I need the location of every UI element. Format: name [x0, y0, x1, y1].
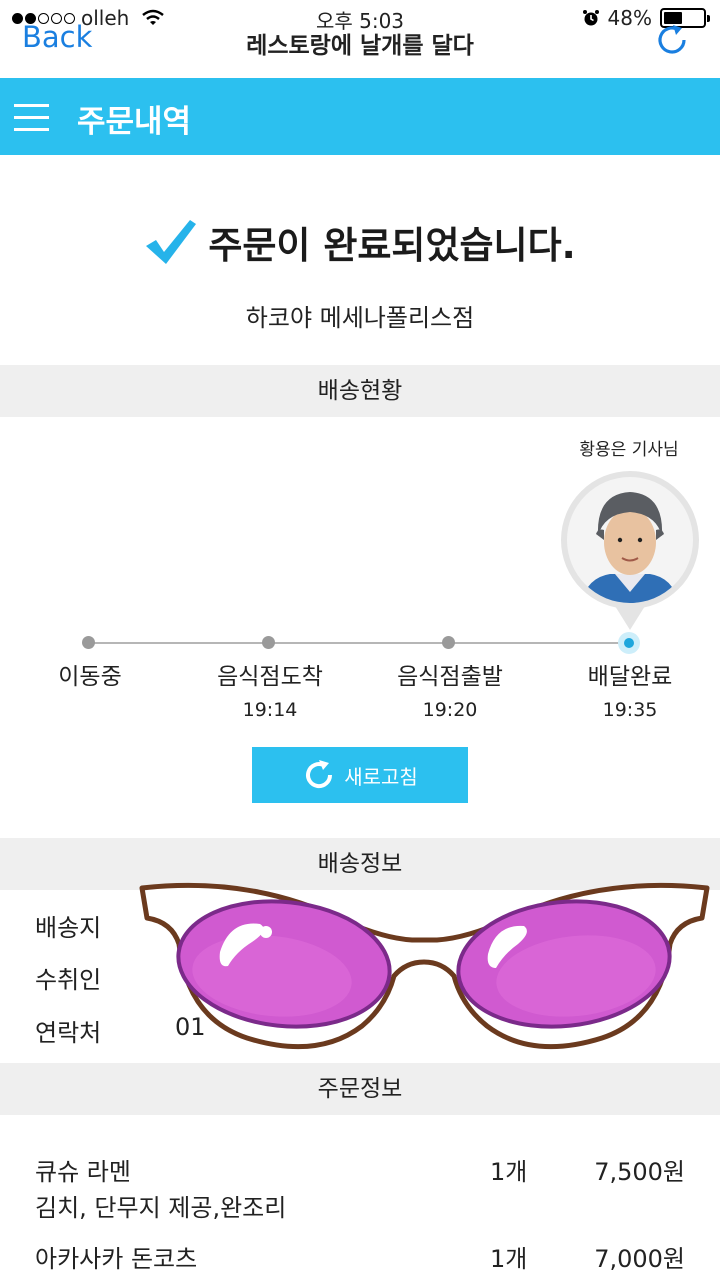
completion-banner: 주문이 완료되었습니다.	[0, 215, 720, 272]
screen: olleh 오후 5:03 48% Back 레스토랑에 날개를 달다 주문내역…	[0, 0, 720, 1279]
step-label: 음식점출발	[397, 664, 503, 690]
order-item-name: 아카사카 돈코츠	[35, 1245, 198, 1273]
driver-avatar	[561, 471, 699, 630]
refresh-button[interactable]: 새로고침	[252, 747, 468, 803]
page-title: 레스토랑에 날개를 달다	[246, 33, 474, 59]
sunglasses-overlay-icon	[139, 882, 710, 1050]
step-time: 19:14	[242, 699, 298, 721]
order-item-option: 김치, 단무지 제공,완조리	[35, 1194, 287, 1222]
order-item-name: 큐슈 라멘	[35, 1158, 131, 1186]
refresh-icon	[306, 760, 333, 789]
timeline-step: 음식점출발 19:20	[370, 662, 530, 728]
step-dot	[442, 636, 455, 649]
completion-message: 주문이 완료되었습니다.	[208, 224, 576, 267]
hamburger-menu-icon[interactable]	[14, 102, 49, 132]
alarm-icon	[582, 10, 599, 26]
step-time: 19:20	[422, 699, 478, 721]
step-label: 배달완료	[587, 664, 673, 690]
step-time: 19:35	[602, 699, 658, 721]
info-label-contact: 연락처	[35, 1019, 102, 1047]
checkmark-icon	[146, 220, 197, 264]
order-item-price: 7,000원	[594, 1245, 685, 1273]
order-item-qty: 1개	[490, 1245, 528, 1273]
step-dot	[262, 636, 275, 649]
timeline-step: 이동중	[10, 662, 170, 692]
delivery-status-header: 배송현황	[0, 365, 720, 417]
driver-name: 황용은 기사님	[579, 440, 679, 460]
timeline-track	[88, 642, 630, 644]
timeline-step: 음식점도착 19:14	[190, 662, 350, 728]
order-info-header: 주문정보	[0, 1063, 720, 1115]
step-label: 음식점도착	[217, 664, 323, 690]
reload-icon[interactable]	[654, 22, 690, 58]
info-label-recipient: 수취인	[35, 966, 102, 994]
header-title: 주문내역	[77, 104, 192, 140]
store-name: 하코야 메세나폴리스점	[245, 304, 475, 332]
step-dot-active	[618, 632, 640, 654]
step-label: 이동중	[58, 664, 122, 690]
info-label-address: 배송지	[35, 914, 102, 942]
step-dot	[82, 636, 95, 649]
refresh-label: 새로고침	[344, 764, 418, 789]
order-item-qty: 1개	[490, 1158, 528, 1186]
order-item-price: 7,500원	[594, 1158, 685, 1186]
timeline-step-active: 배달완료 19:35	[550, 662, 710, 728]
app-header: 주문내역	[0, 78, 720, 155]
